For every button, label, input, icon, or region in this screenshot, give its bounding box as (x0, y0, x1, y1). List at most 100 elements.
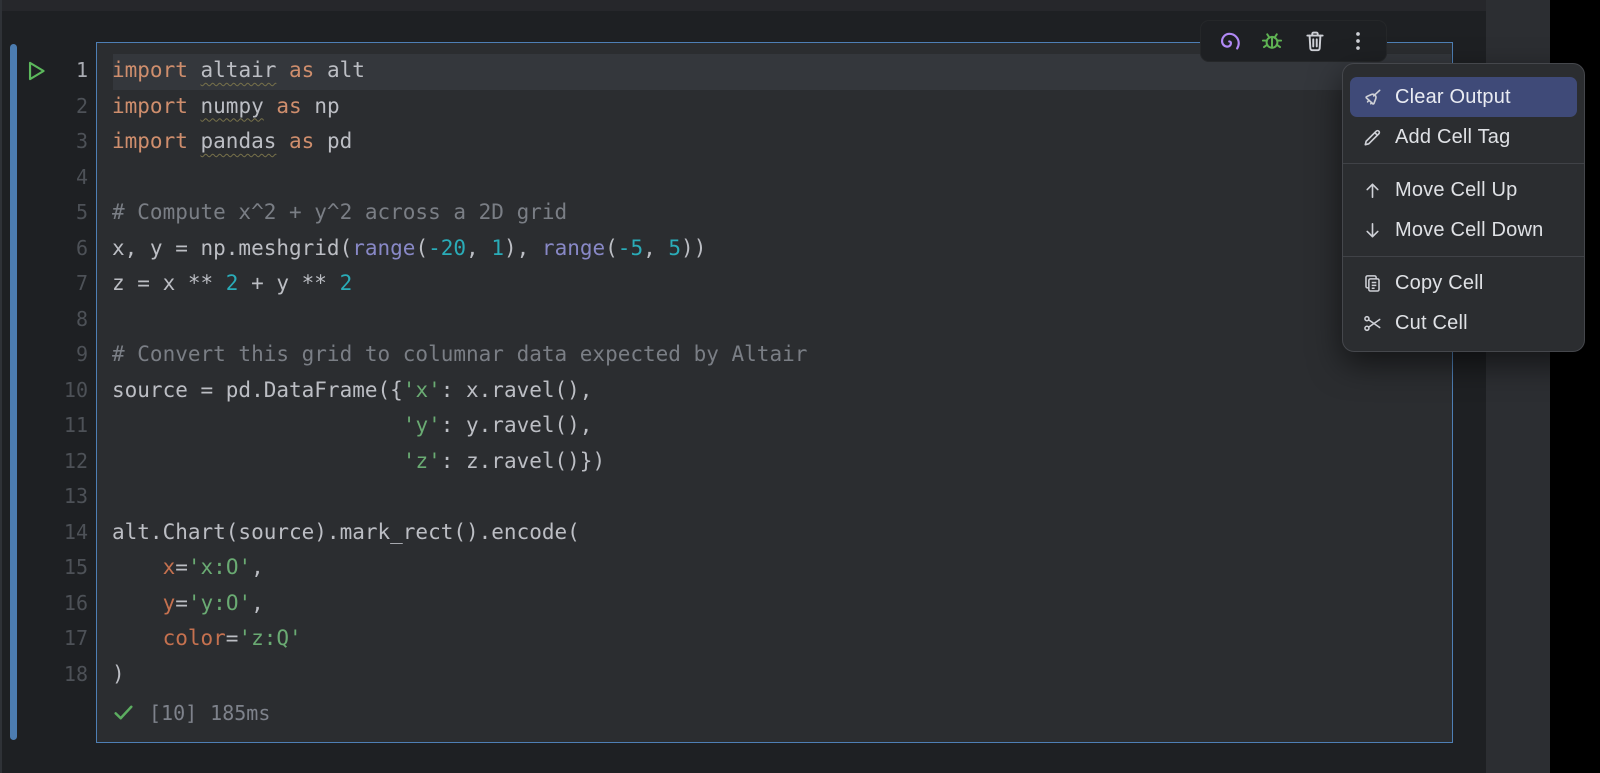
code-token: pd (314, 129, 352, 153)
code-line[interactable] (112, 302, 807, 338)
line-number: 16 (0, 586, 88, 622)
line-number: 11 (0, 408, 88, 444)
code-token: ) (112, 662, 125, 686)
code-token (276, 58, 289, 82)
code-token (112, 413, 403, 437)
menu-separator (1343, 163, 1584, 164)
code-token (112, 449, 403, 473)
menu-item-copy-cell[interactable]: Copy Cell (1350, 263, 1577, 303)
previous-cell-edge (0, 0, 1486, 11)
code-token: ), (504, 236, 542, 260)
code-token (188, 129, 201, 153)
code-line[interactable]: import numpy as np (112, 89, 807, 125)
code-token: # Convert this grid to columnar data exp… (112, 342, 807, 366)
code-token (112, 626, 163, 650)
code-token: 'z' (403, 449, 441, 473)
code-token: ( (415, 236, 428, 260)
code-token: import (112, 129, 188, 153)
kebab-menu-icon[interactable] (1345, 28, 1371, 54)
code-token: 'x' (403, 378, 441, 402)
code-token: 'y' (403, 413, 441, 437)
code-token: 2 (226, 271, 239, 295)
code-token: = (175, 555, 188, 579)
line-number: 4 (0, 160, 88, 196)
code-token: as (289, 129, 314, 153)
gutter-line-numbers: 123456789101112131415161718 (0, 53, 88, 692)
code-token: as (276, 94, 301, 118)
code-area[interactable]: import altair as altimport numpy as npim… (112, 53, 807, 692)
line-number: 7 (0, 266, 88, 302)
code-token: : x.ravel(), (441, 378, 593, 402)
code-line[interactable]: x='x:O', (112, 550, 807, 586)
code-token: )) (681, 236, 706, 260)
arrow-up-icon (1360, 178, 1384, 202)
code-line[interactable]: alt.Chart(source).mark_rect().encode( (112, 515, 807, 551)
spiral-run-icon[interactable] (1216, 28, 1242, 54)
code-token: , (643, 236, 668, 260)
code-token: numpy (201, 94, 264, 118)
code-line[interactable]: z = x ** 2 + y ** 2 (112, 266, 807, 302)
menu-item-move-cell-down[interactable]: Move Cell Down (1350, 210, 1577, 250)
trash-icon[interactable] (1302, 28, 1328, 54)
menu-item-label: Copy Cell (1395, 272, 1484, 295)
code-token: 'y:O' (188, 591, 251, 615)
line-number: 10 (0, 373, 88, 409)
code-token: + y ** (238, 271, 339, 295)
code-token (264, 94, 277, 118)
line-number: 9 (0, 337, 88, 373)
line-number: 13 (0, 479, 88, 515)
code-line[interactable]: 'y': y.ravel(), (112, 408, 807, 444)
copy-icon (1360, 271, 1384, 295)
code-line[interactable]: # Convert this grid to columnar data exp… (112, 337, 807, 373)
code-line[interactable] (112, 160, 807, 196)
code-token: , (251, 591, 264, 615)
menu-item-label: Cut Cell (1395, 312, 1468, 335)
code-token: as (289, 58, 314, 82)
code-line[interactable]: y='y:O', (112, 586, 807, 622)
code-line[interactable]: import altair as alt (112, 53, 807, 89)
cell-execution-status: [10] 185ms (111, 700, 270, 725)
menu-item-add-cell-tag[interactable]: Add Cell Tag (1350, 117, 1577, 157)
code-token (276, 129, 289, 153)
menu-item-move-cell-up[interactable]: Move Cell Up (1350, 170, 1577, 210)
code-token: x, y = np.meshgrid( (112, 236, 352, 260)
code-token: -20 (428, 236, 466, 260)
code-token (188, 94, 201, 118)
code-token (112, 591, 163, 615)
arrow-down-icon (1360, 218, 1384, 242)
code-line[interactable]: # Compute x^2 + y^2 across a 2D grid (112, 195, 807, 231)
code-line[interactable]: color='z:Q' (112, 621, 807, 657)
code-token: 'x:O' (188, 555, 251, 579)
code-token: y (163, 591, 176, 615)
code-token: , (251, 555, 264, 579)
code-token: alt.Chart(source).mark_rect().encode( (112, 520, 580, 544)
line-number: 8 (0, 302, 88, 338)
code-token: range (542, 236, 605, 260)
line-number: 3 (0, 124, 88, 160)
code-token: = (226, 626, 239, 650)
code-line[interactable]: source = pd.DataFrame({'x': x.ravel(), (112, 373, 807, 409)
code-token: = (175, 591, 188, 615)
line-number: 5 (0, 195, 88, 231)
code-line[interactable]: 'z': z.ravel()}) (112, 444, 807, 480)
bug-debug-icon[interactable] (1259, 28, 1285, 54)
code-token: 2 (340, 271, 353, 295)
line-number: 15 (0, 550, 88, 586)
code-line[interactable] (112, 479, 807, 515)
code-token (112, 555, 163, 579)
menu-item-cut-cell[interactable]: Cut Cell (1350, 303, 1577, 343)
code-token: x (163, 555, 176, 579)
code-line[interactable]: import pandas as pd (112, 124, 807, 160)
code-token: import (112, 94, 188, 118)
code-line[interactable]: x, y = np.meshgrid(range(-20, 1), range(… (112, 231, 807, 267)
code-token: 'z:Q' (238, 626, 301, 650)
code-line[interactable]: ) (112, 657, 807, 693)
code-token: ( (605, 236, 618, 260)
menu-item-clear-output[interactable]: Clear Output (1350, 77, 1577, 117)
scissors-icon (1360, 311, 1384, 335)
menu-item-label: Clear Output (1395, 86, 1511, 109)
menu-item-label: Move Cell Down (1395, 219, 1543, 242)
broom-icon (1360, 85, 1384, 109)
code-token: 5 (668, 236, 681, 260)
execution-count: [10] (149, 701, 197, 725)
